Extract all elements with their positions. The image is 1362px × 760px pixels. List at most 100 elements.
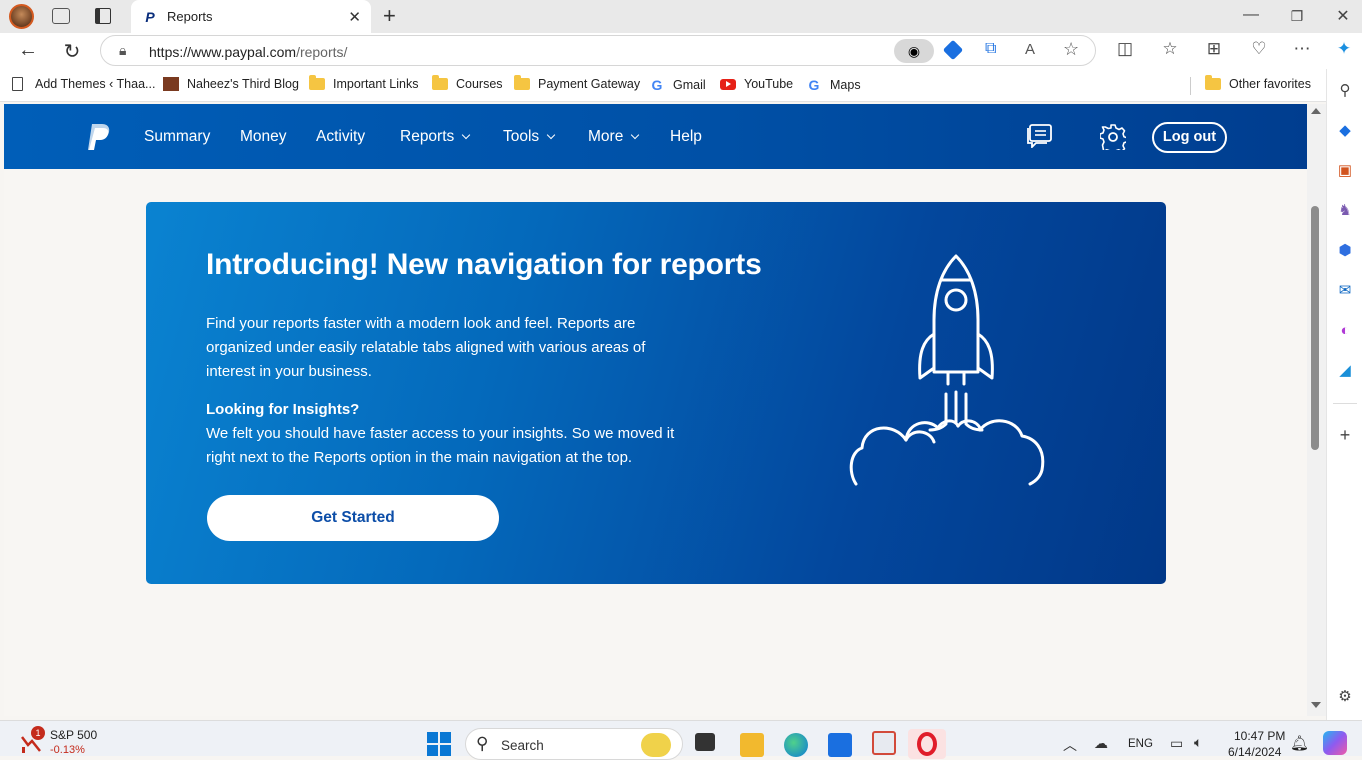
show-hidden-icons-icon[interactable]: ︿	[1063, 735, 1077, 755]
task-view-icon[interactable]	[695, 733, 715, 751]
tab-actions-icon[interactable]	[95, 8, 111, 24]
app-available-icon[interactable]: ⧉	[985, 40, 996, 58]
games-icon[interactable]: ♞	[1335, 201, 1355, 221]
tab-reports[interactable]: P Reports ✕	[131, 0, 371, 33]
favorite-add-themes[interactable]: Add Themes ‹ Thaa...	[12, 77, 155, 91]
favorite-important-links[interactable]: Important Links	[309, 75, 419, 91]
chevron-down-icon	[631, 130, 640, 140]
url-host: https://www.paypal.com	[149, 44, 297, 60]
nav-activity[interactable]: Activity	[316, 128, 365, 146]
paypal-favicon-icon: P	[145, 8, 155, 25]
outlook-icon[interactable]: ✉	[1335, 281, 1355, 301]
banner-description: Find your reports faster with a modern l…	[206, 315, 646, 380]
nav-money[interactable]: Money	[240, 128, 287, 146]
tab-title: Reports	[167, 9, 213, 24]
notification-bell-icon[interactable]: 🔔︎	[1290, 734, 1309, 752]
nav-label: Summary	[144, 128, 211, 145]
copilot-icon[interactable]: ✦	[1331, 39, 1357, 59]
favorites-icon[interactable]: ☆	[1157, 39, 1183, 59]
sidebar-settings-icon[interactable]: ⚙	[1335, 687, 1355, 707]
network-icon[interactable]: ▭	[1170, 735, 1183, 752]
favorite-gmail[interactable]: G Gmail	[649, 77, 706, 93]
settings-more-icon[interactable]: ⋯	[1289, 39, 1315, 59]
edge-sidebar: ⚲ ◆ ▣ ♞ ⬢ ✉ ◐ ◢ + ⚙	[1326, 69, 1362, 720]
windows-start-icon[interactable]	[427, 732, 451, 756]
taskbar-search-box[interactable]: ⚲ Search	[465, 728, 683, 760]
scroll-down-arrow-icon[interactable]	[1311, 702, 1321, 708]
nav-reports[interactable]: Reports	[400, 128, 471, 146]
address-bar[interactable]: 🔒︎ https://www.paypal.com/reports/ ◉ ⧉ A…	[100, 35, 1096, 66]
nav-summary[interactable]: Summary	[144, 128, 210, 146]
page-scrollbar[interactable]	[1307, 104, 1326, 716]
stock-change: -0.13%	[50, 744, 85, 756]
nav-label: Money	[240, 128, 287, 145]
lock-icon[interactable]: 🔒︎	[119, 42, 126, 59]
profile-avatar[interactable]	[9, 4, 34, 29]
add-sidebar-app-icon[interactable]: +	[1335, 425, 1355, 445]
workspaces-icon[interactable]	[52, 8, 70, 24]
favorite-youtube[interactable]: YouTube	[720, 77, 793, 91]
favorite-payment-gateway[interactable]: Payment Gateway	[514, 75, 641, 91]
onedrive-icon[interactable]: ☁	[1094, 735, 1108, 752]
clock-time[interactable]: 10:47 PM	[1234, 729, 1285, 743]
close-tab-icon[interactable]: ✕	[348, 8, 361, 26]
favorite-label: Maps	[830, 78, 861, 92]
tools-briefcase-icon[interactable]: ▣	[1335, 161, 1355, 181]
other-favorites[interactable]: Other favorites	[1205, 75, 1311, 91]
snipping-tool-icon[interactable]	[872, 731, 896, 755]
designer-icon[interactable]: ◐	[1335, 321, 1355, 341]
taskbar-search-placeholder: Search	[501, 738, 544, 753]
favorite-star-icon[interactable]: ☆	[1063, 39, 1079, 60]
microsoft365-icon[interactable]: ⬢	[1335, 241, 1355, 261]
tracking-prevention-icon[interactable]: ◉	[894, 39, 934, 63]
close-window-icon[interactable]: ✕	[1328, 6, 1358, 26]
drop-icon[interactable]: ◢	[1335, 361, 1355, 381]
microsoft-store-icon[interactable]	[828, 733, 852, 757]
favorite-courses[interactable]: Courses	[432, 75, 503, 91]
nav-label: Tools	[503, 128, 540, 145]
read-aloud-icon[interactable]: A	[1025, 41, 1035, 58]
favorite-label: Payment Gateway	[538, 77, 641, 91]
scroll-up-arrow-icon[interactable]	[1311, 108, 1321, 114]
file-explorer-icon[interactable]	[740, 733, 764, 757]
favorite-label: Naheez's Third Blog	[187, 77, 299, 91]
nav-label: Help	[670, 128, 702, 145]
favorite-naheez-blog[interactable]: Naheez's Third Blog	[163, 77, 299, 91]
settings-gear-icon[interactable]	[1100, 124, 1126, 150]
opera-logo-icon	[917, 732, 937, 756]
search-icon[interactable]: ⚲	[1335, 81, 1355, 101]
page-icon	[12, 77, 23, 91]
favorites-bar: Add Themes ‹ Thaa... Naheez's Third Blog…	[0, 69, 1362, 102]
browser-essentials-icon[interactable]: ♡	[1246, 39, 1272, 59]
restore-icon[interactable]: ❐	[1282, 8, 1312, 25]
stock-widget[interactable]: 1 S&P 500 -0.13%	[20, 726, 110, 757]
nav-help[interactable]: Help	[670, 128, 702, 146]
get-started-button[interactable]: Get Started	[207, 495, 499, 541]
paypal-logo-icon[interactable]	[86, 122, 112, 152]
favorite-label: Important Links	[333, 77, 419, 91]
refresh-icon[interactable]: ↻	[59, 39, 85, 64]
address-row: ← ↻ 🔒︎ https://www.paypal.com/reports/ ◉…	[0, 33, 1362, 69]
edge-browser-icon[interactable]	[784, 733, 808, 757]
nav-more[interactable]: More	[588, 128, 640, 146]
new-tab-icon[interactable]: +	[383, 3, 396, 29]
logout-button[interactable]: Log out	[1152, 122, 1227, 153]
opera-browser-icon[interactable]	[908, 729, 946, 759]
minimize-icon[interactable]: —	[1236, 6, 1266, 24]
back-icon[interactable]: ←	[15, 39, 41, 62]
split-screen-icon[interactable]: ◫	[1112, 39, 1138, 59]
collections-icon[interactable]: ⊞	[1201, 39, 1227, 59]
clock-date[interactable]: 6/14/2024	[1228, 745, 1281, 759]
nav-tools[interactable]: Tools	[503, 128, 556, 146]
coupon-tag-icon[interactable]	[942, 39, 964, 61]
message-center-icon[interactable]	[1027, 124, 1053, 148]
volume-icon[interactable]: 🔈︎	[1194, 734, 1202, 751]
favorite-label: YouTube	[744, 77, 794, 91]
url-text[interactable]: https://www.paypal.com/reports/	[149, 44, 347, 60]
search-icon: ⚲	[476, 734, 489, 753]
scrollbar-thumb[interactable]	[1311, 206, 1319, 450]
favorite-maps[interactable]: G Maps	[806, 77, 861, 93]
copilot-taskbar-icon[interactable]	[1323, 731, 1347, 755]
shopping-tag-icon[interactable]: ◆	[1335, 121, 1355, 141]
language-indicator[interactable]: ENG	[1128, 738, 1153, 750]
